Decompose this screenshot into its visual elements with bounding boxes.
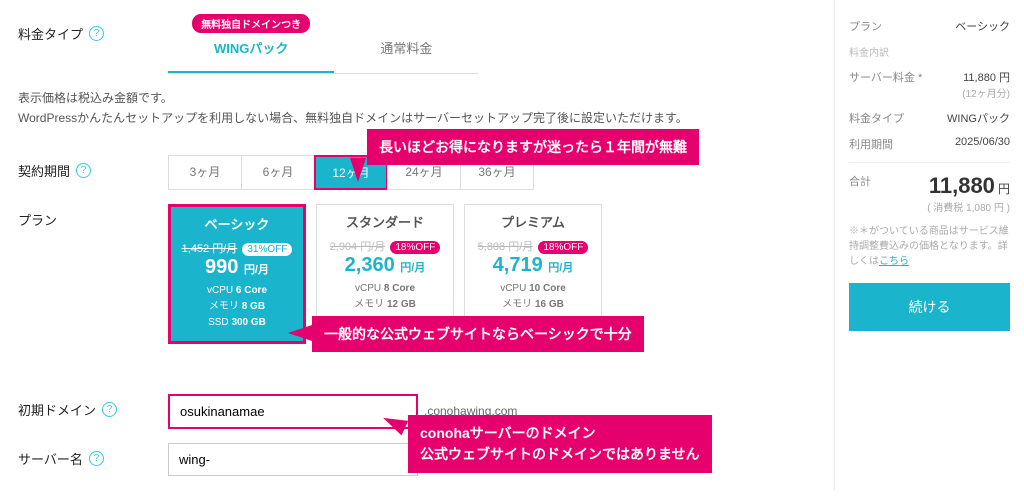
side-serverfee-label: サーバー料金 * xyxy=(849,69,922,100)
side-useperiod-value: 2025/06/30 xyxy=(955,136,1010,152)
plan-card-ベーシック[interactable]: ベーシック1,452 円/月 31%OFF990 円/月vCPU 6 Coreメ… xyxy=(168,204,306,344)
continue-button[interactable]: 続ける xyxy=(849,283,1010,331)
annotation-period: 長いほどお得になりますが迷ったら１年間が無難 xyxy=(367,129,699,165)
period-option-6ヶ月[interactable]: 6ヶ月 xyxy=(241,155,315,190)
side-feetype-value: WINGパック xyxy=(947,110,1010,126)
wingpack-badge: 無料独自ドメインつき xyxy=(192,14,310,33)
note-line2: WordPressかんたんセットアップを利用しない場合、無料独自ドメインはサーバ… xyxy=(18,108,824,128)
help-icon[interactable]: ? xyxy=(89,26,104,41)
help-icon[interactable]: ? xyxy=(76,163,91,178)
side-plan-label: プラン xyxy=(849,18,882,34)
fee-type-text: 料金タイプ xyxy=(18,24,83,43)
price-notes: 表示価格は税込み金額です。 WordPressかんたんセットアップを利用しない場… xyxy=(18,88,824,129)
annotation-plan: 一般的な公式ウェブサイトならベーシックで十分 xyxy=(312,316,644,352)
side-plan-value: ベーシック xyxy=(955,18,1010,34)
side-breakdown: 料金内訳 xyxy=(849,44,889,59)
side-total-value: 11,880 円( 消費税 1,080 円 ) xyxy=(927,173,1010,214)
disclaimer-link[interactable]: こちら xyxy=(879,256,909,267)
contract-period-label: 契約期間 ? xyxy=(18,155,168,180)
plan-label: プラン xyxy=(18,204,168,229)
period-option-3ヶ月[interactable]: 3ヶ月 xyxy=(168,155,242,190)
side-serverfee-value: 11,880 円(12ヶ月分) xyxy=(962,69,1010,100)
fee-type-label: 料金タイプ ? xyxy=(18,18,168,43)
server-name-label: サーバー名 ? xyxy=(18,443,168,468)
side-useperiod-label: 利用期間 xyxy=(849,136,893,152)
arrow-icon xyxy=(350,158,366,182)
arrow-icon xyxy=(288,325,312,341)
tab-wingpack-label: WINGパック xyxy=(214,41,288,56)
side-disclaimer: ※＊がついている商品はサービス維持調整費込みの価格となります。詳しくはこちら xyxy=(849,224,1010,269)
note-line1: 表示価格は税込み金額です。 xyxy=(18,88,824,108)
side-feetype-label: 料金タイプ xyxy=(849,110,904,126)
initial-domain-label: 初期ドメイン ? xyxy=(18,394,168,419)
server-name-input[interactable] xyxy=(168,443,418,476)
tab-normal-label: 通常料金 xyxy=(380,41,432,56)
tab-normal[interactable]: 通常料金 xyxy=(334,18,478,73)
help-icon[interactable]: ? xyxy=(89,451,104,466)
help-icon[interactable]: ? xyxy=(102,402,117,417)
side-total-label: 合計 xyxy=(849,173,871,214)
annotation-domain: conohaサーバーのドメイン 公式ウェブサイトのドメインではありません xyxy=(408,415,712,473)
summary-sidebar: プラン ベーシック 料金内訳 サーバー料金 * 11,880 円(12ヶ月分) 料金… xyxy=(834,0,1024,490)
fee-type-tabs: 無料独自ドメインつき WINGパック 通常料金 xyxy=(168,18,478,74)
server-name-field xyxy=(168,443,418,476)
tab-wingpack[interactable]: 無料独自ドメインつき WINGパック xyxy=(168,18,334,73)
